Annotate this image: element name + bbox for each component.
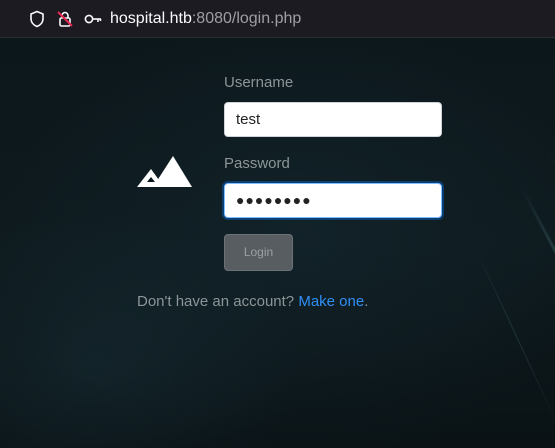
lock-slash-icon[interactable] [55, 9, 75, 29]
make-one-link[interactable]: Make one [298, 293, 364, 310]
browser-url-bar: hospital.htb:8080/login.php [0, 0, 555, 38]
signup-prompt: Don't have an account? Make one. [137, 293, 368, 310]
url-host: hospital.htb [110, 10, 192, 27]
password-input[interactable]: ●●●●●●●● [224, 183, 442, 218]
username-label: Username [224, 74, 294, 91]
shield-icon[interactable] [27, 9, 47, 29]
login-button[interactable]: Login [224, 234, 293, 271]
password-label: Password [224, 155, 290, 172]
key-icon[interactable] [83, 9, 103, 29]
login-page: Username Password ●●●●●●●● Login Don't h… [0, 38, 555, 448]
signup-prompt-text: Don't have an account? [137, 293, 295, 310]
username-input[interactable] [224, 102, 442, 137]
background-light-streak [545, 147, 555, 408]
url-path: :8080/login.php [191, 10, 302, 27]
signup-period: . [364, 293, 369, 310]
background-light-streak [470, 237, 555, 429]
mountain-logo-icon [137, 156, 192, 187]
url-text[interactable]: hospital.htb:8080/login.php [110, 9, 301, 29]
